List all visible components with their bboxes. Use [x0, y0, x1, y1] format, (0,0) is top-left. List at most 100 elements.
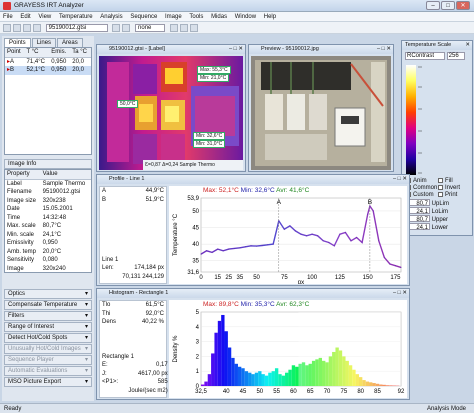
profile-point — [328, 241, 330, 243]
info-row[interactable]: Image 320x240 — [5, 265, 91, 274]
file-select[interactable]: 95190012.gtsi — [45, 24, 108, 32]
profile-window-title[interactable]: Profile - Line 1– □ ✕ — [97, 175, 409, 184]
menu-window[interactable]: Window — [232, 12, 259, 22]
preview-controls-icon[interactable]: – □ ✕ — [377, 45, 391, 54]
menu-temperature[interactable]: Temperature — [56, 12, 96, 22]
col-t[interactable]: T °C — [25, 48, 50, 57]
profile-controls-icon[interactable]: – □ ✕ — [393, 175, 407, 184]
profile-stats: Max: 52,1°C Min: 32,6°C Avr: 41,6°C — [203, 187, 310, 194]
menu-tools[interactable]: Tools — [186, 12, 206, 22]
info-row[interactable]: Amb. temp 20,0°C — [5, 248, 91, 257]
accordion-item[interactable]: Automatic Evaluations ▾ — [4, 366, 92, 376]
palette-select[interactable]: RContrast — [405, 52, 445, 60]
y-tick-label: 45 — [192, 226, 199, 232]
preview-photo[interactable] — [251, 56, 391, 170]
print-icon[interactable] — [33, 24, 41, 32]
tool-1-icon[interactable] — [169, 24, 178, 32]
profile-row-a: A 44,9°C — [102, 188, 164, 194]
image-info-header[interactable]: Image Info — [4, 159, 92, 169]
histogram-bar — [224, 331, 228, 386]
profile-chart[interactable]: 53,9 50 45 40 35 31,6 0 15 25 35 50 75 100 125 150 175 T… — [169, 186, 407, 286]
accordion-item[interactable]: MSO Picture Export ▾ — [4, 377, 92, 387]
maximize-button[interactable]: □ — [441, 1, 455, 10]
histogram-bar — [271, 371, 275, 386]
info-row[interactable]: Min. scale 24,1°C — [5, 231, 91, 240]
tool-2-icon[interactable] — [179, 24, 188, 32]
info-row[interactable]: Date 15.05.2001 — [5, 205, 91, 214]
histogram-chart[interactable]: 0 1 2 3 4 5 32,5 40 45 50 55 60 65 70 75 80 85 92 Density … — [169, 300, 407, 398]
open-icon[interactable] — [13, 24, 21, 32]
col-value[interactable]: Value — [41, 170, 91, 179]
thermo-window: 95190012.gtsi - [Label] – □ ✕ Max: 55,3°C… — [96, 44, 246, 172]
min-label: Min: 21,0°C — [197, 74, 230, 82]
accordion-item[interactable]: Filters ▾ — [4, 311, 92, 321]
info-row[interactable]: Max. scale 80,7°C — [5, 222, 91, 231]
accordion-list: Optics ▾ Compensate Temperature ▾ Filters ▾ Ra… — [4, 289, 92, 387]
zoom-select[interactable]: none — [135, 24, 166, 32]
mode-text: Analysis Mode — [426, 406, 466, 412]
menu-file[interactable]: File — [0, 12, 16, 22]
accordion-item[interactable]: Range of Interest ▾ — [4, 322, 92, 332]
line-name: Line 1 — [102, 256, 119, 263]
profile-window: Profile - Line 1– □ ✕ A 44,9°C B 51,9°C Li… — [96, 174, 410, 286]
profile-point — [383, 256, 385, 258]
x-tick-label: 50 — [256, 389, 263, 395]
menu-midas[interactable]: Midas — [208, 12, 230, 22]
zoom-out-icon[interactable] — [122, 24, 131, 32]
preview-window-title[interactable]: Preview - 95190012.jpg – □ ✕ — [249, 45, 393, 54]
info-row[interactable]: Filename 95190012.gtsi — [5, 188, 91, 197]
accordion-item[interactable]: Detect Hot/Cold Spots ▾ — [4, 333, 92, 343]
menu-image[interactable]: Image — [162, 12, 185, 22]
menu-analysis[interactable]: Analysis — [97, 12, 125, 22]
save-icon[interactable] — [23, 24, 31, 32]
info-row[interactable]: Image size 320x238 — [5, 197, 91, 206]
point-row[interactable]: ▸A 71,4°C 0,950 20,0 — [5, 57, 91, 66]
profile-point — [228, 248, 230, 250]
menu-sequence[interactable]: Sequence — [127, 12, 160, 22]
accordion-item[interactable]: Compensate Temperature ▾ — [4, 300, 92, 310]
col-ta[interactable]: Ta °C — [70, 48, 91, 57]
histogram-controls-icon[interactable]: – □ ✕ — [393, 289, 407, 298]
tool-3-icon[interactable] — [189, 24, 198, 32]
scale-options: Anim Fill Common Invert Custom Print — [406, 178, 472, 199]
accordion-item[interactable]: Unusually Hot/Cold Images ▾ — [4, 344, 92, 354]
new-icon[interactable] — [3, 24, 11, 32]
thermo-image[interactable]: Max: 55,3°C Min: 21,0°C 50,0°C Min: 32,6… — [99, 56, 243, 170]
thermo-window-title[interactable]: 95190012.gtsi - [Label] – □ ✕ — [97, 45, 245, 54]
color-count[interactable]: 256 — [446, 52, 465, 60]
info-row[interactable]: Emissivity 0,950 — [5, 239, 91, 248]
window-controls-icon[interactable]: – □ ✕ — [229, 45, 243, 54]
accordion-item[interactable]: Sequence Player ▾ — [4, 355, 92, 365]
info-row[interactable]: Sensitivity 0,080 — [5, 256, 91, 265]
accordion-item[interactable]: Optics ▾ — [4, 289, 92, 299]
tab-lines[interactable]: Lines — [31, 38, 57, 47]
profile-point — [311, 233, 313, 235]
histogram-window-title[interactable]: Histogram - Rectangle 1– □ ✕ — [97, 289, 409, 298]
histogram-bar — [227, 347, 232, 386]
profile-row-b: B 51,9°C — [102, 196, 164, 203]
col-property[interactable]: Property — [5, 170, 41, 179]
close-button[interactable]: ✕ — [456, 1, 470, 10]
menu-view[interactable]: View — [35, 12, 54, 22]
y-tick-label: 4 — [196, 325, 200, 331]
points-list: Point T °C Emis. Ta °C ▸A 71,4°C 0,950 20,0 ▸B… — [4, 47, 92, 155]
col-emis[interactable]: Emis. — [49, 48, 70, 57]
menu-help[interactable]: Help — [261, 12, 279, 22]
histogram-bar — [241, 368, 245, 386]
info-row[interactable]: Label Sample Thermo — [5, 179, 91, 188]
x-tick-label: 125 — [335, 275, 346, 281]
col-point[interactable]: Point — [5, 48, 25, 57]
profile-point — [361, 241, 363, 243]
minimize-button[interactable]: – — [426, 1, 440, 10]
zoom-in-icon[interactable] — [112, 24, 121, 32]
point-row[interactable]: ▸B 52,1°C 0,950 20,0 — [5, 66, 91, 75]
tab-points[interactable]: Points — [4, 38, 31, 47]
color-scale-bar[interactable] — [406, 65, 416, 175]
tab-areas[interactable]: Areas — [57, 38, 83, 47]
scale-title[interactable]: Temperature Scale ✕ — [402, 41, 472, 50]
info-row[interactable]: Time 14:32:48 — [5, 214, 91, 223]
menu-edit[interactable]: Edit — [17, 12, 33, 22]
scale-close-icon[interactable]: ✕ — [465, 41, 470, 50]
image-info-table: Property Value Label Sample Thermo Filename… — [4, 169, 92, 273]
x-tick-label: 15 — [214, 275, 221, 281]
